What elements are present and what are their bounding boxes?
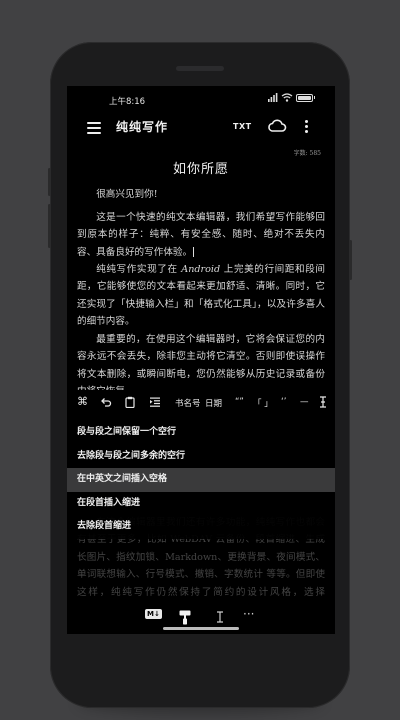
wifi-icon	[281, 93, 293, 102]
document-title[interactable]: 如你所愿	[67, 158, 335, 177]
dash-button[interactable]: —	[300, 397, 309, 407]
menu-item-insert-space-cjk[interactable]: 在中英文之间插入空格	[67, 468, 335, 492]
power-button	[349, 240, 352, 280]
word-count: 字数: 585	[293, 150, 321, 157]
home-indicator	[163, 627, 239, 630]
overflow-menu-icon[interactable]	[305, 120, 309, 136]
text-cursor	[193, 247, 195, 258]
app-bar: 纯纯写作 TXT	[67, 110, 335, 146]
menu-item-remove-extra-lines[interactable]: 去除段与段之间多余的空行	[67, 445, 335, 469]
app-screen: 上午8:16 纯纯写作 TXT 字数: 585 如你所愿 很高兴见到你! 这是一…	[67, 86, 335, 634]
single-quote-button[interactable]: ‘’	[281, 397, 286, 407]
paragraph[interactable]: 很高兴见到你!	[77, 186, 325, 203]
quick-input-bar: ⌘ 书名号 日期 “” 「 」 ‘’ —	[67, 390, 335, 416]
app-title: 纯纯写作	[116, 120, 169, 134]
menu-item-keep-blank-line[interactable]: 段与段之间保留一个空行	[67, 421, 335, 445]
format-paint-icon[interactable]	[179, 610, 191, 625]
signal-icon	[268, 93, 278, 102]
status-bar: 上午8:16	[67, 86, 335, 110]
corner-bracket-button[interactable]: 「 」	[253, 397, 273, 409]
earpiece-speaker	[176, 66, 224, 71]
double-quote-button[interactable]: “”	[235, 397, 244, 407]
format-tools-menu: 段与段之间保留一个空行 去除段与段之间多余的空行 在中英文之间插入空格 在段首插…	[67, 421, 335, 539]
battery-icon	[296, 93, 315, 102]
txt-export-button[interactable]: TXT	[233, 122, 252, 131]
volume-up-button	[48, 168, 51, 196]
markdown-icon[interactable]: M↓	[145, 609, 162, 619]
command-icon[interactable]: ⌘	[77, 395, 88, 408]
status-icons	[268, 93, 315, 102]
undo-icon[interactable]	[100, 396, 112, 408]
cloud-icon[interactable]	[267, 118, 287, 134]
text-select-icon[interactable]	[215, 611, 225, 623]
menu-icon[interactable]	[87, 122, 101, 134]
volume-down-button	[48, 204, 51, 248]
date-button[interactable]: 日期	[205, 397, 222, 409]
menu-item-insert-indent[interactable]: 在段首插入缩进	[67, 492, 335, 516]
indent-icon[interactable]	[149, 396, 161, 408]
status-time: 上午8:16	[109, 97, 146, 107]
menu-item-remove-indent[interactable]: 去除段首缩进	[67, 515, 335, 539]
paragraph[interactable]: 纯纯写作实现了在 Android 上完美的行间距和段间距，它能够使您的文本看起来…	[77, 261, 325, 331]
more-options-icon[interactable]: ···	[243, 607, 254, 621]
text-cursor-icon[interactable]	[317, 396, 329, 408]
book-title-mark-button[interactable]: 书名号	[175, 397, 201, 409]
clipboard-icon[interactable]	[124, 396, 136, 408]
paragraph[interactable]: 这是一个快速的纯文本编辑器，我们希望写作能够回到原本的样子：纯粹、有安全感、随时…	[77, 209, 325, 261]
